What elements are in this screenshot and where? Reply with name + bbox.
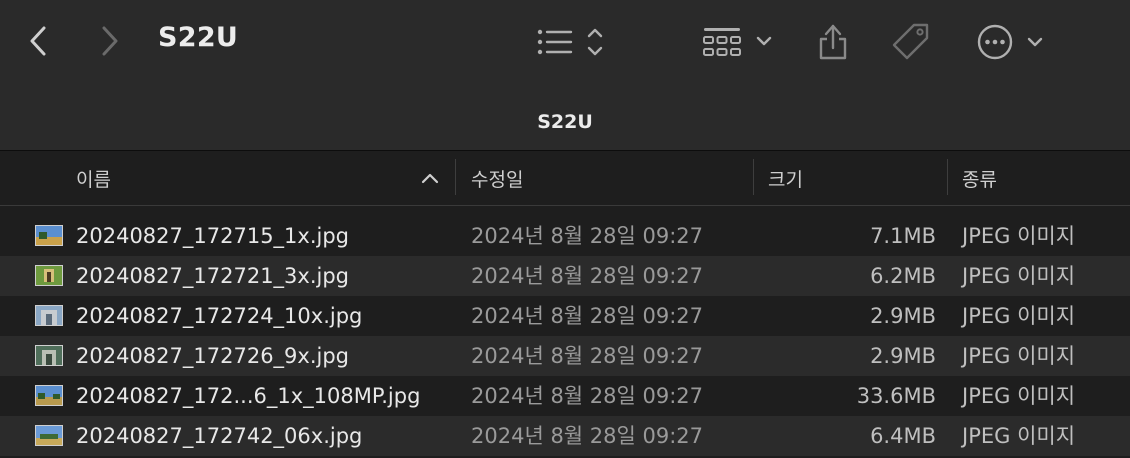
jpeg-thumbnail-icon (35, 425, 63, 446)
file-kind: JPEG 이미지 (962, 224, 1076, 248)
file-kind: JPEG 이미지 (962, 264, 1076, 288)
jpeg-thumbnail-icon (35, 265, 63, 286)
share-button[interactable] (814, 20, 852, 64)
file-name: 20240827_172721_3x.jpg (76, 264, 350, 288)
column-divider[interactable] (947, 159, 948, 195)
back-button[interactable] (22, 22, 54, 60)
file-row[interactable]: 20240827_172...6_1x_108MP.jpg 2024년 8월 2… (0, 376, 1130, 416)
file-kind: JPEG 이미지 (962, 344, 1076, 368)
file-date: 2024년 8월 28일 09:27 (471, 224, 704, 248)
file-name: 20240827_172...6_1x_108MP.jpg (76, 384, 421, 408)
column-date-header[interactable]: 수정일 (471, 151, 741, 205)
column-size-label: 크기 (768, 168, 803, 191)
column-name-header[interactable]: 이름 (76, 151, 446, 205)
toolbar: S22U (0, 0, 1130, 84)
file-date: 2024년 8월 28일 09:27 (471, 264, 704, 288)
file-row[interactable]: 20240827_172715_1x.jpg 2024년 8월 28일 09:2… (0, 216, 1130, 256)
jpeg-thumbnail-icon (35, 305, 63, 326)
file-size: 6.2MB (870, 264, 936, 288)
file-date: 2024년 8월 28일 09:27 (471, 344, 704, 368)
file-row[interactable]: 20240827_172724_10x.jpg 2024년 8월 28일 09:… (0, 296, 1130, 336)
jpeg-thumbnail-icon (35, 345, 63, 366)
column-divider[interactable] (455, 159, 456, 195)
column-kind-label: 종류 (962, 168, 997, 191)
file-date: 2024년 8월 28일 09:27 (471, 384, 704, 408)
column-name-label: 이름 (76, 168, 111, 191)
file-list: 20240827_172715_1x.jpg 2024년 8월 28일 09:2… (0, 216, 1130, 456)
file-size: 2.9MB (870, 344, 936, 368)
column-kind-header[interactable]: 종류 (962, 151, 1122, 205)
back-icon (30, 26, 46, 56)
more-icon (977, 24, 1043, 60)
file-size: 6.4MB (870, 424, 936, 448)
more-button[interactable] (975, 22, 1049, 62)
file-kind: JPEG 이미지 (962, 384, 1076, 408)
tag-icon (892, 23, 929, 60)
file-size: 2.9MB (870, 304, 936, 328)
column-header: 이름 수정일 크기 종류 (0, 151, 1130, 206)
file-kind: JPEG 이미지 (962, 304, 1076, 328)
group-icon (703, 28, 772, 56)
file-row[interactable]: 20240827_172742_06x.jpg 2024년 8월 28일 09:… (0, 416, 1130, 456)
path-bar: S22U (0, 84, 1130, 150)
file-size: 33.6MB (856, 384, 936, 408)
sort-ascending-icon[interactable] (420, 169, 440, 187)
path-title: S22U (537, 111, 593, 133)
list-view-icon (537, 28, 603, 56)
forward-icon (102, 26, 118, 56)
file-date: 2024년 8월 28일 09:27 (471, 424, 704, 448)
file-row[interactable]: 20240827_172726_9x.jpg 2024년 8월 28일 09:2… (0, 336, 1130, 376)
file-name: 20240827_172724_10x.jpg (76, 304, 363, 328)
window-title: S22U (158, 22, 239, 53)
file-name: 20240827_172715_1x.jpg (76, 224, 350, 248)
column-date-label: 수정일 (471, 168, 524, 191)
file-date: 2024년 8월 28일 09:27 (471, 304, 704, 328)
file-row[interactable]: 20240827_172721_3x.jpg 2024년 8월 28일 09:2… (0, 256, 1130, 296)
share-icon (819, 24, 847, 60)
file-name: 20240827_172742_06x.jpg (76, 424, 363, 448)
forward-button[interactable] (94, 22, 126, 60)
jpeg-thumbnail-icon (35, 385, 63, 406)
jpeg-thumbnail-icon (35, 225, 63, 246)
file-size: 7.1MB (870, 224, 936, 248)
file-name: 20240827_172726_9x.jpg (76, 344, 350, 368)
group-button[interactable] (702, 22, 776, 62)
finder-window: S22U S22U 이름 수정일 크기 종류 20240827_172715_1… (0, 0, 1130, 458)
column-divider[interactable] (753, 159, 754, 195)
column-size-header[interactable]: 크기 (768, 151, 938, 205)
file-kind: JPEG 이미지 (962, 424, 1076, 448)
view-options-button[interactable] (533, 22, 613, 62)
tag-button[interactable] (888, 20, 934, 64)
